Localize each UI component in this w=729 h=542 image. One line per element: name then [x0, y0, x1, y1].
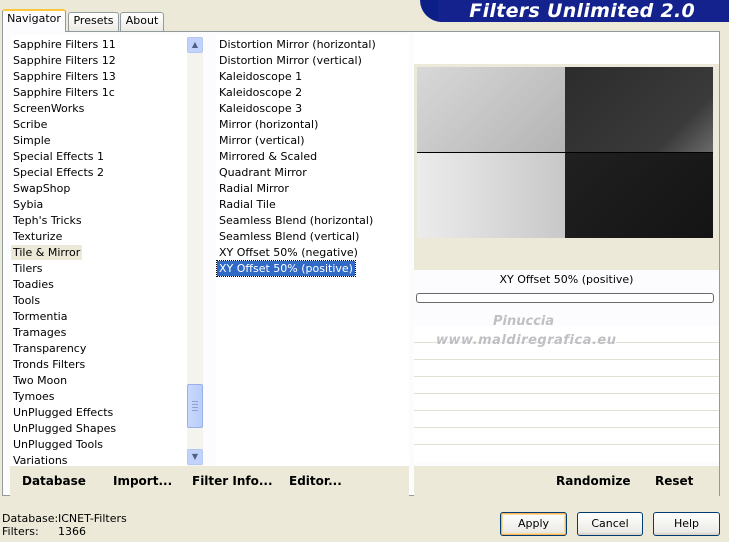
filter-info-link[interactable]: Filter Info...: [192, 474, 273, 488]
category-item[interactable]: Sapphire Filters 12: [11, 53, 118, 68]
filter-list[interactable]: Distortion Mirror (horizontal) Distortion…: [216, 35, 409, 467]
category-list[interactable]: Sapphire Filters 11 Sapphire Filters 12 Sa…: [10, 35, 187, 467]
preview-quadrant: [417, 67, 565, 152]
progress-bar: [416, 293, 714, 303]
filter-item[interactable]: Quadrant Mirror: [217, 165, 309, 180]
filter-item[interactable]: Seamless Blend (horizontal): [217, 213, 375, 228]
row-divider: [414, 427, 719, 428]
category-item[interactable]: SwapShop: [11, 181, 72, 196]
arrow-down-icon: ▼: [191, 452, 199, 461]
row-divider: [414, 376, 719, 377]
selected-filter-name: XY Offset 50% (positive): [499, 273, 634, 286]
thumb-grip: [192, 404, 198, 405]
filters-count-value: 1366: [58, 525, 86, 538]
filters-count-label: Filters:: [2, 525, 39, 538]
preview-quadrant: [417, 153, 565, 238]
thumb-grip: [192, 407, 198, 408]
preview-quadrant: [565, 153, 713, 238]
category-item[interactable]: Tilers: [11, 261, 45, 276]
tab-about[interactable]: About: [120, 12, 164, 31]
import-link[interactable]: Import...: [113, 474, 172, 488]
filter-item[interactable]: Mirror (vertical): [217, 133, 307, 148]
filter-item[interactable]: Mirror (horizontal): [217, 117, 320, 132]
row-divider: [414, 410, 719, 411]
apply-button[interactable]: Apply: [500, 512, 567, 536]
category-item[interactable]: Scribe: [11, 117, 49, 132]
filter-item[interactable]: XY Offset 50% (negative): [217, 245, 360, 260]
filter-item[interactable]: Radial Mirror: [217, 181, 291, 196]
filter-item[interactable]: Kaleidoscope 3: [217, 101, 304, 116]
scroll-up-button[interactable]: ▲: [187, 37, 203, 53]
category-item[interactable]: Tramages: [11, 325, 68, 340]
category-item[interactable]: Sapphire Filters 11: [11, 37, 118, 52]
row-divider: [414, 359, 719, 360]
category-item[interactable]: ScreenWorks: [11, 101, 86, 116]
help-button[interactable]: Help: [653, 512, 720, 536]
category-item[interactable]: Sapphire Filters 13: [11, 69, 118, 84]
cancel-button[interactable]: Cancel: [577, 512, 643, 536]
category-item[interactable]: Tormentia: [11, 309, 69, 324]
category-item[interactable]: Transparency: [11, 341, 88, 356]
reset-link[interactable]: Reset: [655, 474, 693, 488]
preview-quadrant: [565, 67, 713, 152]
scroll-thumb[interactable]: [187, 384, 203, 428]
category-item[interactable]: UnPlugged Tools: [11, 437, 105, 452]
category-item[interactable]: Tools: [11, 293, 42, 308]
database-status-label: Database:: [2, 512, 59, 525]
filter-item[interactable]: Seamless Blend (vertical): [217, 229, 361, 244]
tab-navigator[interactable]: Navigator: [2, 9, 66, 32]
watermark-url: www.maldiregrafica.eu: [436, 333, 617, 348]
preview-top-area: [414, 32, 719, 64]
category-scrollbar[interactable]: ▲ ▼: [187, 37, 203, 467]
watermark-name: Pinuccia: [493, 314, 555, 329]
category-item[interactable]: Teph's Tricks: [11, 213, 84, 228]
arrow-up-icon: ▲: [191, 40, 199, 49]
database-link[interactable]: Database: [22, 474, 86, 488]
scroll-down-button[interactable]: ▼: [187, 449, 203, 465]
banner-title: Filters Unlimited 2.0: [469, 0, 695, 22]
category-item[interactable]: UnPlugged Effects: [11, 405, 115, 420]
filter-item[interactable]: Radial Tile: [217, 197, 278, 212]
category-item[interactable]: Tymoes: [11, 389, 56, 404]
category-item[interactable]: Tronds Filters: [11, 357, 87, 372]
randomize-link[interactable]: Randomize: [556, 474, 630, 488]
category-item[interactable]: Special Effects 1: [11, 149, 106, 164]
category-item[interactable]: UnPlugged Shapes: [11, 421, 118, 436]
category-item[interactable]: Special Effects 2: [11, 165, 106, 180]
app-banner: Filters Unlimited 2.0: [420, 0, 729, 22]
row-divider: [414, 444, 719, 445]
category-item[interactable]: Toadies: [11, 277, 56, 292]
filter-item[interactable]: Kaleidoscope 1: [217, 69, 304, 84]
filter-item[interactable]: Mirrored & Scaled: [217, 149, 319, 164]
category-item[interactable]: Simple: [11, 133, 53, 148]
thumb-grip: [192, 410, 198, 411]
filter-item[interactable]: Kaleidoscope 2: [217, 85, 304, 100]
filter-item[interactable]: XY Offset 50% (positive): [216, 260, 356, 277]
editor-link[interactable]: Editor...: [289, 474, 342, 488]
preview-image: [417, 67, 713, 238]
filter-item[interactable]: Distortion Mirror (horizontal): [217, 37, 378, 52]
category-item[interactable]: Tile & Mirror: [11, 245, 83, 260]
category-item[interactable]: Sybia: [11, 197, 45, 212]
category-item[interactable]: Sapphire Filters 1c: [11, 85, 117, 100]
database-status-value: ICNET-Filters: [58, 512, 127, 525]
tab-presets[interactable]: Presets: [68, 12, 119, 31]
category-item[interactable]: Texturize: [11, 229, 64, 244]
filter-item[interactable]: Distortion Mirror (vertical): [217, 53, 364, 68]
category-item[interactable]: Two Moon: [11, 373, 69, 388]
row-divider: [414, 393, 719, 394]
thumb-grip: [192, 401, 198, 402]
